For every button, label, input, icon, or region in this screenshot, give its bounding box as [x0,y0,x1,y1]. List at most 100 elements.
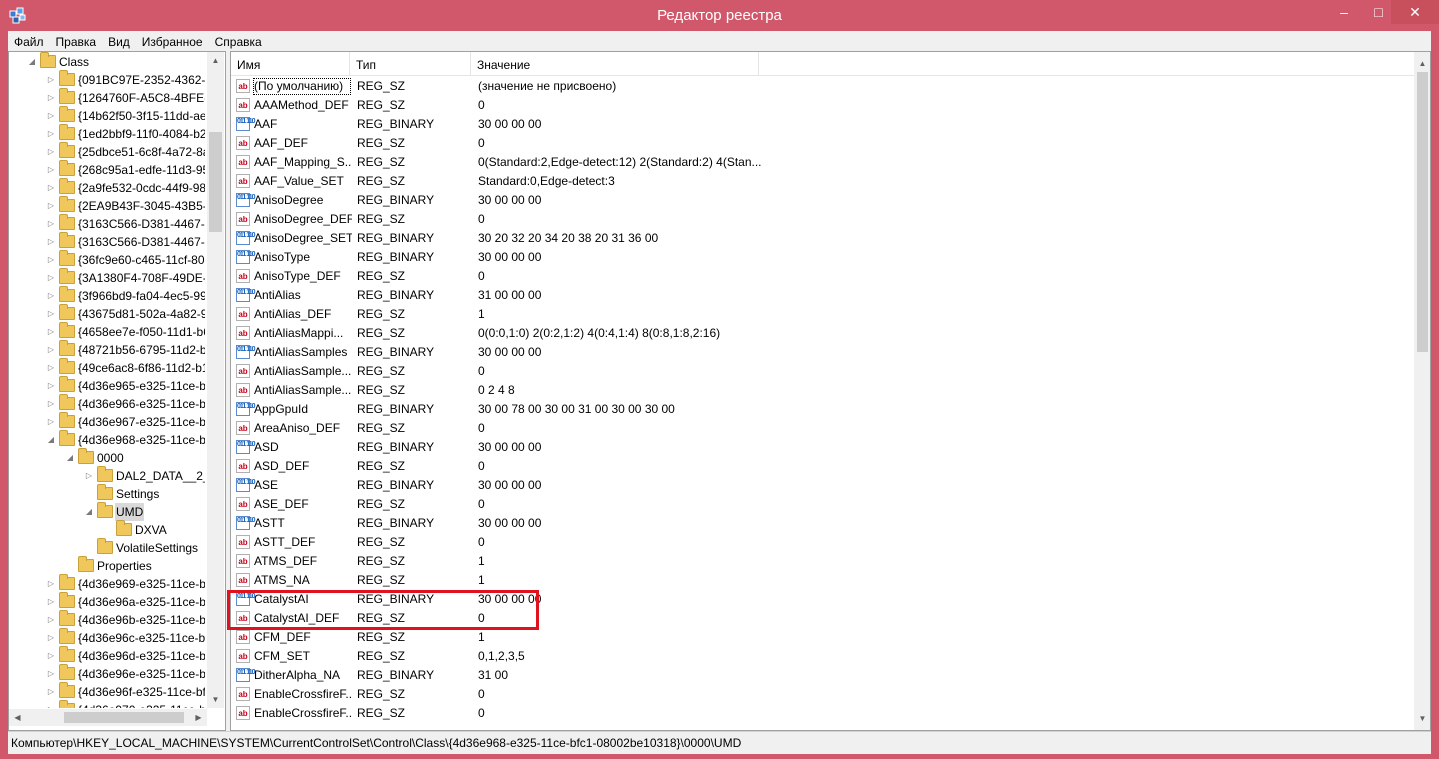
close-button[interactable]: ✕ [1391,0,1439,24]
tree-item-label[interactable]: {14b62f50-3f15-11dd-ae [77,107,205,125]
column-header-type[interactable]: Тип [350,52,471,75]
tree-item-label[interactable]: DXVA [134,521,168,539]
collapsed-arrow-icon[interactable]: ▷ [46,341,56,359]
tree-item[interactable]: ▷ {4d36e96f-e325-11ce-bf [9,682,205,701]
tree-item-label[interactable]: {4d36e96f-e325-11ce-bf [77,683,205,701]
tree-item-label[interactable]: {4d36e96e-e325-11ce-bf [77,665,205,683]
collapsed-arrow-icon[interactable]: ▷ [46,593,56,611]
tree-item[interactable]: ◢ UMD [9,502,205,521]
tree-item-label[interactable]: {3A1380F4-708F-49DE-B [77,269,205,287]
tree-item-label[interactable]: VolatileSettings [115,539,199,557]
tree-item-label[interactable]: Properties [96,557,153,575]
tree-item[interactable]: ▷ {3163C566-D381-4467-8 [9,232,205,251]
tree-item-label[interactable]: {2a9fe532-0cdc-44f9-982 [77,179,205,197]
collapsed-arrow-icon[interactable]: ▷ [46,215,56,233]
list-vertical-scrollbar[interactable]: ▲ ▼ [1414,52,1430,730]
registry-tree-pane[interactable]: ◢ Class ▷ {091BC97E-2352-4362-A ▷ {1264760F-A… [8,51,226,731]
menu-file[interactable]: Файл [8,31,50,51]
menu-edit[interactable]: Правка [50,31,103,51]
collapsed-arrow-icon[interactable]: ▷ [46,197,56,215]
tree-item-label[interactable]: {3163C566-D381-4467-8 [77,215,205,233]
tree-item[interactable]: ▷ {3f966bd9-fa04-4ec5-99 [9,286,205,305]
tree-item-label[interactable]: {3163C566-D381-4467-8 [77,233,205,251]
collapsed-arrow-icon[interactable]: ▷ [46,701,56,708]
collapsed-arrow-icon[interactable]: ▷ [46,269,56,287]
collapsed-arrow-icon[interactable]: ▷ [46,665,56,683]
maximize-button[interactable]: □ [1366,0,1391,24]
tree-item-label[interactable]: {48721b56-6795-11d2-b1 [77,341,205,359]
tree-item-label[interactable]: {4d36e967-e325-11ce-bf [77,413,205,431]
tree-item-label[interactable]: {4d36e965-e325-11ce-bf [77,377,205,395]
tree-item[interactable]: ▷ {1ed2bbf9-11f0-4084-b2 [9,124,205,143]
collapsed-arrow-icon[interactable]: ▷ [46,611,56,629]
tree-item-label[interactable]: {4d36e966-e325-11ce-bf [77,395,205,413]
menu-view[interactable]: Вид [102,31,136,51]
collapsed-arrow-icon[interactable]: ▷ [46,233,56,251]
tree-item-label[interactable]: Class [58,53,90,71]
tree-item[interactable]: Settings [9,484,205,503]
value-row[interactable]: 011 110 ASD REG_BINARY 30 00 00 00 [231,438,1414,457]
tree-item[interactable]: ▷ {4d36e966-e325-11ce-bf [9,394,205,413]
scroll-right-icon[interactable]: ▶ [190,709,207,726]
value-row[interactable]: 011 110 DitherAlpha_NA REG_BINARY 31 00 [231,666,1414,685]
tree-item[interactable]: ◢ {4d36e968-e325-11ce-bf [9,430,205,449]
tree-item[interactable]: ▷ {4d36e96a-e325-11ce-bf [9,592,205,611]
collapsed-arrow-icon[interactable]: ▷ [46,125,56,143]
collapsed-arrow-icon[interactable]: ▷ [46,395,56,413]
tree-item[interactable]: ▷ {4d36e967-e325-11ce-bf [9,412,205,431]
tree-item[interactable]: ▷ {48721b56-6795-11d2-b1 [9,340,205,359]
collapsed-arrow-icon[interactable]: ▷ [46,413,56,431]
value-row[interactable]: ab AAF_DEF REG_SZ 0 [231,134,1414,153]
tree-item-label[interactable]: {4d36e968-e325-11ce-bf [77,431,205,449]
tree-item-label[interactable]: {2EA9B43F-3045-43B5-80 [77,197,205,215]
value-row[interactable]: 011 110 ASTT REG_BINARY 30 00 00 00 [231,514,1414,533]
tree-item-label[interactable]: {4d36e96d-e325-11ce-bf [77,647,205,665]
tree-item[interactable]: ▷ DAL2_DATA__2_0 [9,466,205,485]
collapsed-arrow-icon[interactable]: ▷ [46,251,56,269]
tree-item[interactable]: VolatileSettings [9,538,205,557]
value-row[interactable]: ab AntiAliasSample... REG_SZ 0 [231,362,1414,381]
collapsed-arrow-icon[interactable]: ▷ [46,71,56,89]
value-row[interactable]: ab ASD_DEF REG_SZ 0 [231,457,1414,476]
tree-vertical-scrollbar[interactable]: ▲ ▼ [207,52,224,708]
tree-item[interactable]: ▷ {14b62f50-3f15-11dd-ae [9,106,205,125]
value-row[interactable]: 011 110 ASE REG_BINARY 30 00 00 00 [231,476,1414,495]
collapsed-arrow-icon[interactable]: ▷ [46,629,56,647]
tree-item[interactable]: ▷ {4d36e96e-e325-11ce-bf [9,664,205,683]
expanded-arrow-icon[interactable]: ◢ [46,431,56,449]
expanded-arrow-icon[interactable]: ◢ [84,503,94,521]
value-row[interactable]: 011 110 AAF REG_BINARY 30 00 00 00 [231,115,1414,134]
tree-item[interactable]: ▷ {25dbce51-6c8f-4a72-8a [9,142,205,161]
value-row[interactable]: ab AntiAlias_DEF REG_SZ 1 [231,305,1414,324]
value-row[interactable]: ab AntiAliasSample... REG_SZ 0 2 4 8 [231,381,1414,400]
tree-item[interactable]: Properties [9,556,205,575]
value-row[interactable]: ab AreaAniso_DEF REG_SZ 0 [231,419,1414,438]
scroll-left-icon[interactable]: ◀ [9,709,26,726]
tree-item[interactable]: ▷ {4d36e96b-e325-11ce-bf [9,610,205,629]
scroll-up-icon[interactable]: ▲ [1414,55,1430,72]
scroll-down-icon[interactable]: ▼ [207,691,224,708]
collapsed-arrow-icon[interactable]: ▷ [46,287,56,305]
value-row[interactable]: 011 110 AnisoType REG_BINARY 30 00 00 00 [231,248,1414,267]
collapsed-arrow-icon[interactable]: ▷ [46,575,56,593]
tree-item[interactable]: ▷ {4d36e970-e325-11ce-bf [9,700,205,708]
expanded-arrow-icon[interactable]: ◢ [27,53,37,71]
tree-item-label[interactable]: DAL2_DATA__2_0 [115,467,205,485]
scroll-up-icon[interactable]: ▲ [207,52,224,69]
minimize-button[interactable]: – [1322,0,1366,24]
tree-item[interactable]: ▷ {4658ee7e-f050-11d1-b6 [9,322,205,341]
value-row[interactable]: ab ASTT_DEF REG_SZ 0 [231,533,1414,552]
menu-help[interactable]: Справка [209,31,268,51]
tree-item-label[interactable]: {3f966bd9-fa04-4ec5-99 [77,287,205,305]
tree-item-label[interactable]: {1264760F-A5C8-4BFE-B [77,89,205,107]
value-row[interactable]: ab EnableCrossfireF... REG_SZ 0 [231,685,1414,704]
collapsed-arrow-icon[interactable]: ▷ [46,647,56,665]
tree-item[interactable]: ▷ {4d36e969-e325-11ce-bf [9,574,205,593]
expanded-arrow-icon[interactable]: ◢ [65,449,75,467]
value-row[interactable]: ab ASE_DEF REG_SZ 0 [231,495,1414,514]
tree-item[interactable]: ▷ {4d36e965-e325-11ce-bf [9,376,205,395]
tree-item[interactable]: ▷ {1264760F-A5C8-4BFE-B [9,88,205,107]
collapsed-arrow-icon[interactable]: ▷ [46,359,56,377]
tree-item[interactable]: ▷ {2EA9B43F-3045-43B5-80 [9,196,205,215]
collapsed-arrow-icon[interactable]: ▷ [46,161,56,179]
